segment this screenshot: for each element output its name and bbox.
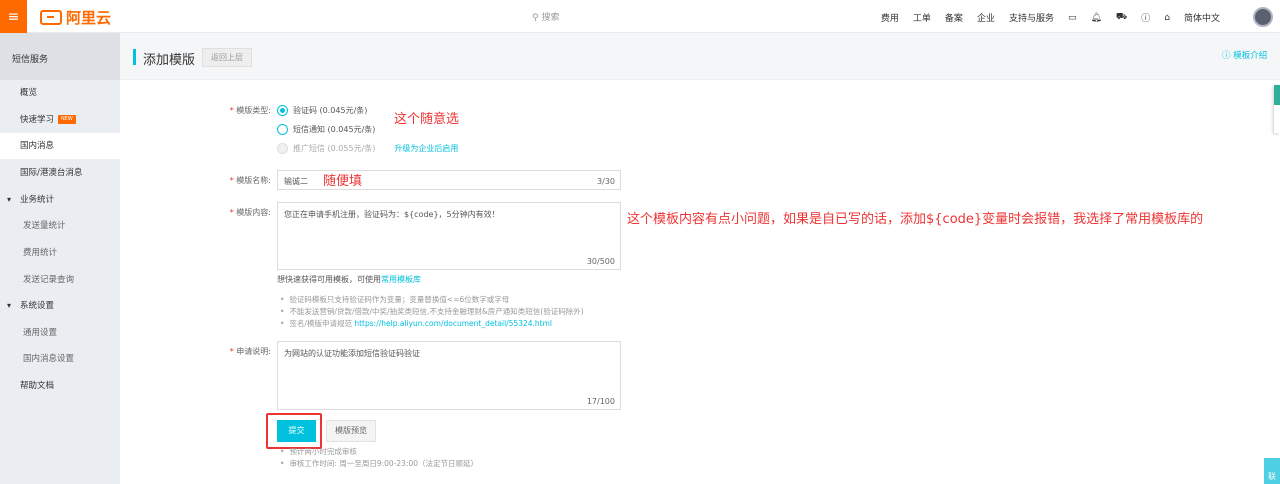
sidebar-item-domestic-settings[interactable]: 国内消息设置 xyxy=(0,346,120,372)
content-char-count: 30/500 xyxy=(586,257,615,266)
radio-notification[interactable]: 短信通知 (0.045元/条) xyxy=(277,124,375,135)
type-label: 模版类型: xyxy=(211,105,271,116)
nav-enterprise[interactable]: 企业 xyxy=(977,11,995,24)
annotation-content: 这个模板内容有点小问题，如果是自已写的话，添加${code}变量时会报错，我选择… xyxy=(627,212,1204,227)
sidebar-item-domestic[interactable]: 国内消息 xyxy=(0,133,120,159)
quick-template-hint: 想快速获得可用模板，可使用常用模板库 xyxy=(277,274,421,285)
sidebar-item-overview[interactable]: 概览 xyxy=(0,80,120,106)
sidebar-item-label: 系统设置 xyxy=(20,301,55,311)
template-help-link[interactable]: ⓘ 模板介绍 xyxy=(1222,49,1267,61)
application-desc-textarea[interactable]: 为网站的认证功能添加短信验证码验证 17/100 xyxy=(277,341,621,410)
nav-tickets[interactable]: 工单 xyxy=(913,11,931,24)
search-input[interactable]: ⚲ 搜索 xyxy=(532,10,559,23)
radio-checked-icon xyxy=(277,105,288,116)
language-switch[interactable]: 简体中文 xyxy=(1184,11,1220,24)
submit-button[interactable]: 提交 xyxy=(277,420,316,442)
help-label: 模板介绍 xyxy=(1233,51,1268,61)
preview-button[interactable]: 模版预览 xyxy=(326,420,376,442)
menu-icon[interactable]: ≡ xyxy=(0,0,27,33)
content-header xyxy=(120,33,1280,80)
name-label: 模版名称: xyxy=(211,175,271,186)
help-icon[interactable]: ⓘ xyxy=(1141,11,1150,24)
contact-button[interactable]: 联 xyxy=(1264,458,1280,484)
question-icon: ⓘ xyxy=(1222,51,1234,61)
sidebar-item-quick-learn[interactable]: 快速学习 NEW xyxy=(0,107,120,133)
sidebar-item-label: 通用设置 xyxy=(23,328,58,338)
sidebar-group-settings[interactable]: 系统设置 xyxy=(0,293,120,319)
aliyun-logo[interactable]: 阿里云 xyxy=(40,7,111,28)
spec-link[interactable]: https://help.aliyun.com/document_detail/… xyxy=(354,319,552,328)
sidebar-item-label: 帮助文档 xyxy=(20,381,55,391)
nav-support[interactable]: 支持与服务 xyxy=(1009,11,1054,24)
desc-char-count: 17/100 xyxy=(586,397,615,406)
sidebar-item-label: 发送量统计 xyxy=(23,221,66,231)
sidebar-item-label: 费用统计 xyxy=(23,248,58,258)
template-library-link[interactable]: 常用模板库 xyxy=(381,275,421,284)
content-value: 您正在申请手机注册，验证码为：${code}，5分钟内有效！ xyxy=(284,210,500,219)
radio-icon xyxy=(277,124,288,135)
sidebar-item-international[interactable]: 国际/港澳台消息 xyxy=(0,160,120,186)
radio-disabled-icon xyxy=(277,143,288,154)
radio-label: 推广短信 (0.055元/条) xyxy=(293,144,376,153)
back-button[interactable]: 返回上层 xyxy=(202,48,252,67)
tip-text: 签名/模版申请规范 xyxy=(289,319,355,328)
new-badge: NEW xyxy=(58,115,76,124)
upgrade-link[interactable]: 升级为企业后启用 xyxy=(394,143,458,154)
content-tips: 验证码模板只支持验证码作为变量；变量替换值<=6位数字或字母 不能发送营销/贷款… xyxy=(280,294,584,330)
tip-item: 审核工作时间: 周一至周日9:00-23:00（法定节日顺延） xyxy=(280,458,478,470)
sidebar-item-label: 业务统计 xyxy=(20,195,55,205)
nav-icp[interactable]: 备案 xyxy=(945,11,963,24)
radio-label: 验证码 (0.045元/条) xyxy=(293,106,368,115)
annotation-name: 随便填 xyxy=(323,174,363,189)
radio-label: 短信通知 (0.045元/条) xyxy=(293,125,376,134)
name-value: 输诚二 xyxy=(284,177,308,186)
desc-value: 为网站的认证功能添加短信验证码验证 xyxy=(284,349,420,358)
tip-item: 预计两小时完成审核 xyxy=(280,446,478,458)
sidebar-item-help-docs[interactable]: 帮助文档 xyxy=(0,373,120,399)
sidebar-item-send-records[interactable]: 发送记录查询 xyxy=(0,267,120,293)
sidebar-item-fee-stats[interactable]: 费用统计 xyxy=(0,240,120,266)
desc-label: 申请说明: xyxy=(211,346,271,357)
template-content-textarea[interactable]: 您正在申请手机注册，验证码为：${code}，5分钟内有效！ 30/500 xyxy=(277,202,621,270)
logo-text: 阿里云 xyxy=(66,9,112,27)
sidebar-item-label: 快速学习 xyxy=(20,115,55,125)
top-nav: 费用 工单 备案 企业 支持与服务 ▭ 🔔︎ ⛟ ⓘ ⌂ 简体中文 xyxy=(881,11,1220,24)
logo-mark-icon xyxy=(40,10,62,25)
avatar[interactable] xyxy=(1253,7,1273,27)
title-accent xyxy=(133,49,136,65)
sidebar-item-label: 国内消息设置 xyxy=(23,354,75,364)
name-char-count: 3/30 xyxy=(597,177,615,186)
sidebar-item-label: 国际/港澳台消息 xyxy=(20,168,83,178)
nav-fees[interactable]: 费用 xyxy=(881,11,899,24)
sidebar-group-stats[interactable]: 业务统计 xyxy=(0,187,120,213)
radio-promotion: 推广短信 (0.055元/条) 升级为企业后启用 xyxy=(277,143,458,154)
search-placeholder: 搜索 xyxy=(541,13,560,23)
sidebar-item-label: 国内消息 xyxy=(20,141,55,151)
page-title: 添加模版 xyxy=(143,53,196,68)
radio-verification[interactable]: 验证码 (0.045元/条) xyxy=(277,105,367,116)
sidebar-item-general-settings[interactable]: 通用设置 xyxy=(0,320,120,346)
cart-icon[interactable]: ⛟ xyxy=(1116,12,1127,23)
sidebar-item-send-stats[interactable]: 发送量统计 xyxy=(0,213,120,239)
terminal-icon[interactable]: ▭ xyxy=(1068,13,1077,23)
hint-text: 想快速获得可用模板，可使用 xyxy=(277,275,381,284)
content-label: 模版内容: xyxy=(211,207,271,218)
home-icon[interactable]: ⌂ xyxy=(1164,13,1170,23)
sidebar-item-label: 发送记录查询 xyxy=(23,275,75,285)
annotation-type: 这个随意选 xyxy=(394,112,460,127)
sidebar-header: 短信服务 xyxy=(0,33,120,80)
sidebar-item-label: 概览 xyxy=(20,88,38,98)
floating-widget[interactable] xyxy=(1274,85,1280,133)
bell-icon[interactable]: 🔔︎ xyxy=(1090,13,1101,23)
tip-item: 不能发送营销/贷款/借款/中奖/抽奖类短信,不支持金融理财&房产通知类短信(验证… xyxy=(280,306,583,318)
review-tips: 预计两小时完成审核 审核工作时间: 周一至周日9:00-23:00（法定节日顺延… xyxy=(280,446,478,470)
tip-item: 签名/模版申请规范 https://help.aliyun.com/docume… xyxy=(280,318,584,330)
tip-item: 验证码模板只支持验证码作为变量；变量替换值<=6位数字或字母 xyxy=(280,294,584,306)
